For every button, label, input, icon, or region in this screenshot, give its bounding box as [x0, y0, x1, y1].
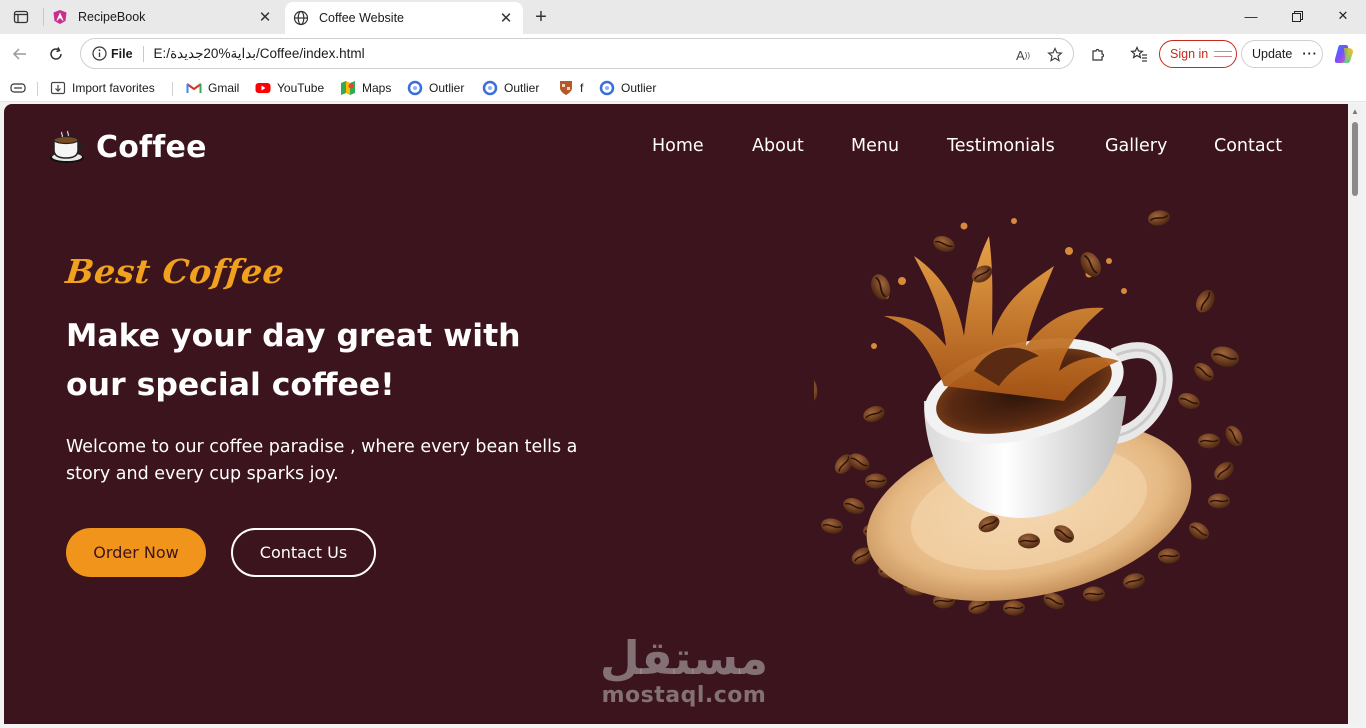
- minimize-button[interactable]: —: [1228, 0, 1274, 32]
- extensions-button[interactable]: [1086, 42, 1110, 66]
- bookmark-import-favorites[interactable]: Import favorites: [50, 78, 155, 98]
- scroll-thumb[interactable]: [1352, 122, 1358, 196]
- favorites-icon: [1130, 46, 1147, 62]
- bookmark-outlier-3[interactable]: Outlier: [599, 78, 656, 98]
- puzzle-icon: [1092, 48, 1105, 61]
- bookmark-label: Gmail: [208, 81, 240, 95]
- minimize-icon: —: [1244, 8, 1258, 24]
- refresh-icon: [50, 47, 62, 60]
- close-icon: ✕: [1337, 8, 1349, 23]
- bookmark-outlier-1[interactable]: Outlier: [407, 78, 464, 98]
- star-icon[interactable]: [1045, 45, 1065, 65]
- angular-icon: [52, 9, 68, 25]
- tab-bar: RecipeBook ✕ Coffee Website ✕ + — ✕: [0, 0, 1366, 34]
- logo-text: Coffee: [96, 129, 207, 165]
- bookmark-f[interactable]: f: [558, 78, 583, 98]
- avatar-icon: [1214, 51, 1233, 57]
- shield-icon: [558, 80, 574, 96]
- back-button[interactable]: [6, 40, 34, 68]
- address-bar[interactable]: File E:/بداية%20جديدة/Coffee/index.html …: [80, 38, 1074, 69]
- divider: [37, 82, 38, 96]
- tab-actions-button[interactable]: [8, 6, 34, 28]
- read-aloud-icon[interactable]: A)): [1013, 45, 1033, 65]
- bookmark-label: Outlier: [504, 81, 540, 95]
- arrow-left-icon: [12, 48, 26, 60]
- nav-gallery[interactable]: Gallery: [1105, 136, 1167, 156]
- copilot-button[interactable]: [1332, 42, 1356, 66]
- hero-kicker: Best Coffee: [63, 252, 287, 291]
- outlier-icon: [482, 80, 498, 96]
- scheme-label: File: [111, 46, 133, 61]
- hero-description: Welcome to our coffee paradise , where e…: [66, 437, 578, 484]
- restore-button[interactable]: [1274, 0, 1320, 32]
- nav-home[interactable]: Home: [652, 136, 704, 156]
- bookmark-outlier-2[interactable]: Outlier: [482, 78, 539, 98]
- bookmark-label: Outlier: [429, 81, 465, 95]
- close-icon[interactable]: ✕: [254, 6, 276, 28]
- bookmark-label: Outlier: [621, 81, 657, 95]
- contact-us-button[interactable]: Contact Us: [231, 528, 376, 577]
- bookmark-gmail[interactable]: Gmail: [186, 78, 239, 98]
- maps-icon: [340, 80, 356, 96]
- bookmark-label: Import favorites: [72, 81, 155, 95]
- sidebar-layout-icon: [13, 10, 29, 24]
- tab-coffee-website[interactable]: Coffee Website ✕: [285, 2, 523, 34]
- reload-button[interactable]: [42, 40, 70, 68]
- import-icon: [50, 80, 66, 96]
- bookmark-label: YouTube: [277, 81, 325, 95]
- watermark: مستقل mostaql.com: [594, 632, 774, 708]
- page-scrollbar[interactable]: ▲: [1348, 104, 1362, 724]
- restore-icon: [1291, 10, 1303, 22]
- bookmark-label: f: [580, 81, 584, 95]
- nav-testimonials[interactable]: Testimonials: [947, 136, 1055, 156]
- bookmark-youtube[interactable]: YouTube: [255, 78, 324, 98]
- tab-title: Coffee Website: [319, 11, 405, 25]
- outlier-icon: [407, 80, 423, 96]
- divider: [142, 45, 144, 62]
- url-text[interactable]: E:/بداية%20جديدة/Coffee/index.html: [154, 46, 365, 62]
- page-viewport: Coffee Home About Menu Testimonials Gall…: [4, 104, 1348, 724]
- plus-icon: +: [535, 5, 547, 28]
- sign-in-button[interactable]: Sign in: [1159, 40, 1237, 68]
- nav-contact[interactable]: Contact: [1214, 136, 1282, 156]
- tab-list-icon: [10, 80, 26, 96]
- bookmark-label: Maps: [362, 81, 392, 95]
- youtube-icon: [255, 80, 271, 96]
- bookmarks-menu-button[interactable]: [10, 78, 26, 98]
- new-tab-button[interactable]: +: [529, 5, 553, 29]
- outlier-icon: [599, 80, 615, 96]
- gmail-icon: [186, 80, 202, 96]
- browser-toolbar: File E:/بداية%20جديدة/Coffee/index.html …: [0, 34, 1366, 74]
- update-button[interactable]: Update ···: [1241, 40, 1323, 68]
- site-logo[interactable]: Coffee: [48, 128, 207, 166]
- nav-about[interactable]: About: [752, 136, 804, 156]
- nav-menu[interactable]: Menu: [851, 136, 899, 156]
- copilot-icon: [1334, 45, 1354, 63]
- more-icon: ···: [1302, 47, 1318, 61]
- tab-recipebook[interactable]: RecipeBook ✕: [44, 0, 282, 33]
- close-icon[interactable]: ✕: [495, 7, 517, 29]
- order-now-button[interactable]: Order Now: [66, 528, 206, 577]
- watermark-arabic: مستقل: [599, 631, 769, 685]
- info-icon[interactable]: [91, 46, 107, 62]
- globe-icon: [293, 10, 309, 26]
- hero-title: Make your day great with our special cof…: [66, 318, 521, 403]
- divider: [172, 82, 173, 96]
- sign-in-label: Sign in: [1170, 47, 1209, 61]
- close-window-button[interactable]: ✕: [1320, 0, 1366, 32]
- bookmarks-bar: Import favorites Gmail YouTube Maps Outl…: [0, 74, 1366, 102]
- update-label: Update: [1252, 47, 1293, 61]
- favorites-button[interactable]: [1127, 42, 1151, 66]
- coffee-cup-icon: [50, 130, 84, 163]
- watermark-latin: mostaql.com: [601, 683, 767, 708]
- bookmark-maps[interactable]: Maps: [340, 78, 391, 98]
- tab-title: RecipeBook: [78, 9, 146, 24]
- scroll-up-icon[interactable]: ▲: [1351, 108, 1359, 116]
- coffee-splash-image: [814, 208, 1247, 616]
